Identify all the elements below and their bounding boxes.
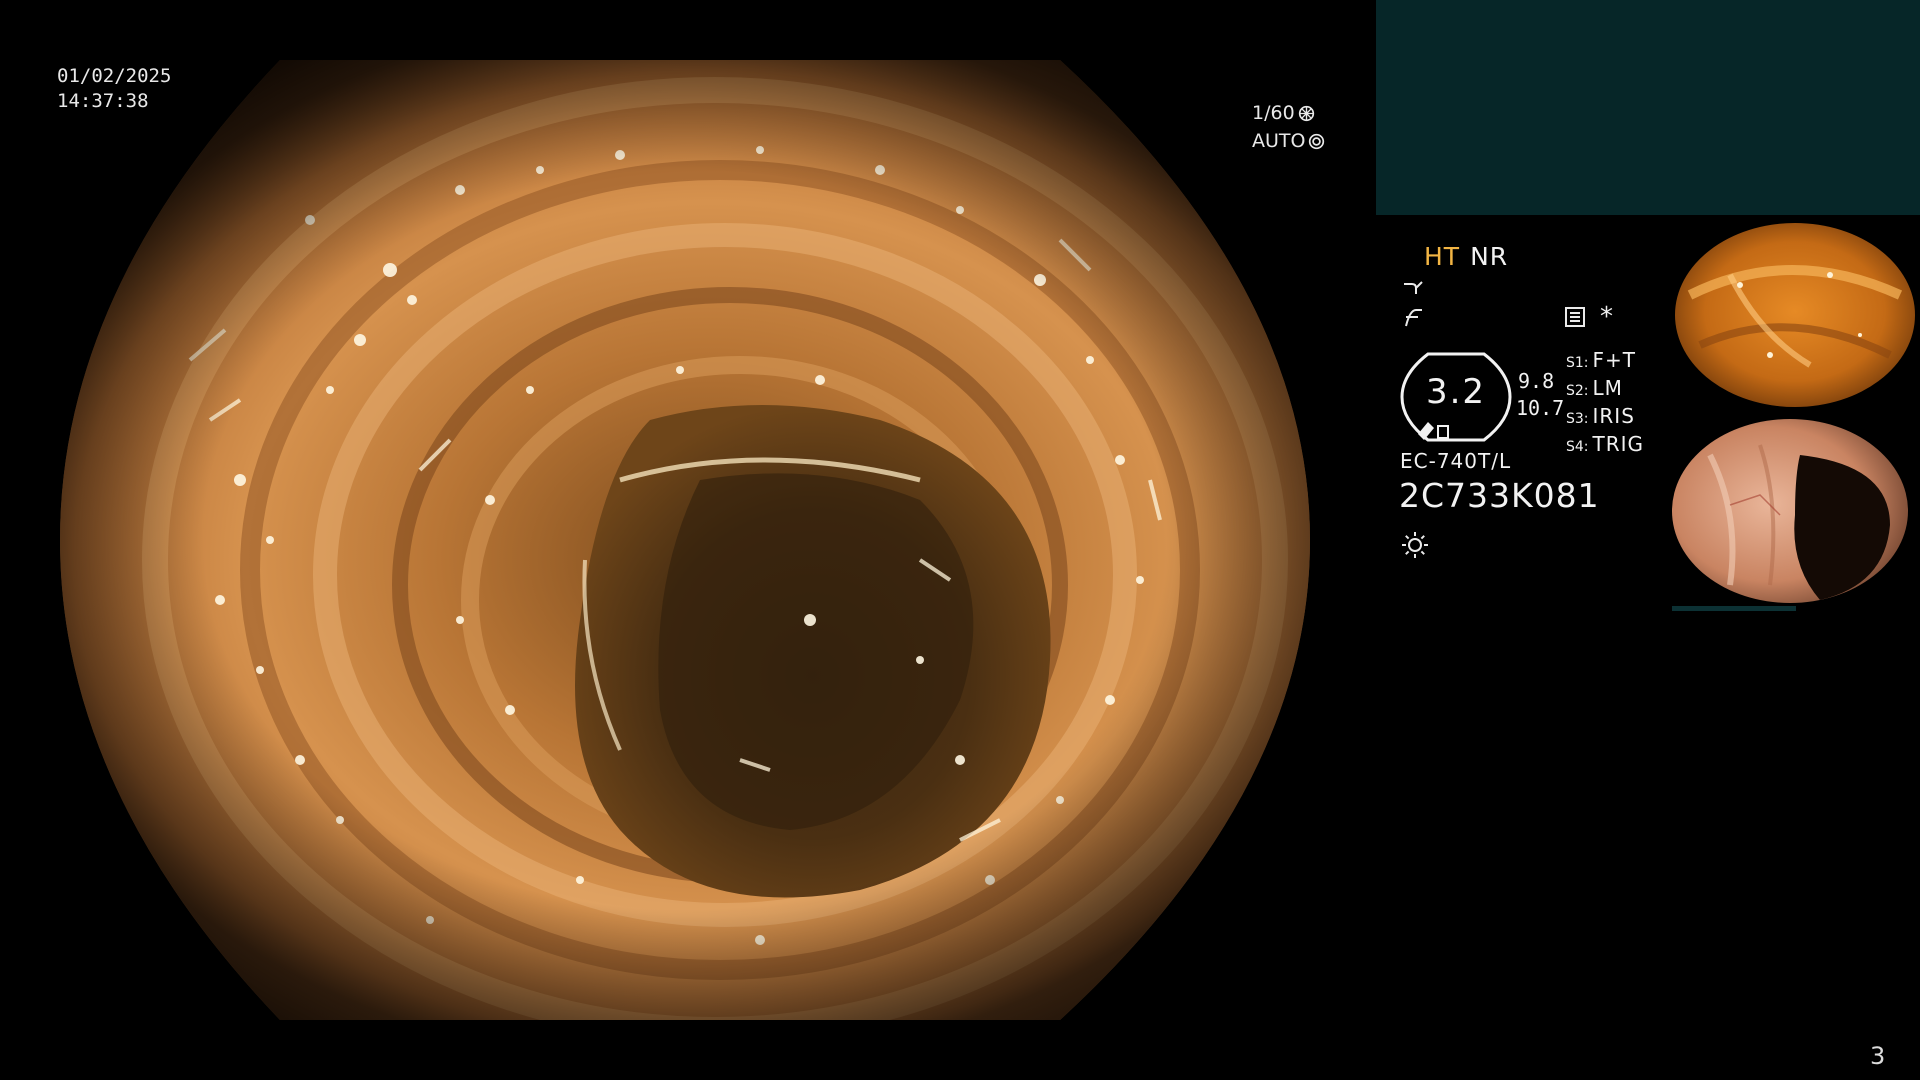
date-text: 01/02/2025 [57,65,172,87]
mode-indicator: HT NR [1424,242,1508,271]
shutter-row: 1/60 [1252,99,1325,127]
thumbnail-indicator-bar [1672,606,1796,611]
sharpness-icon [1404,281,1423,294]
menu-icon [1565,307,1585,327]
endoscopy-screen: 01/02/2025 14:37:38 1/60 AUTO HT NR * 3.… [0,0,1920,1080]
switch-row: S4: TRIG [1566,432,1645,456]
scope-serial: 2C733K081 [1399,476,1600,515]
nr-mode-label: NR [1470,242,1509,271]
exposure-overlay: 1/60 AUTO [1252,99,1325,155]
scope-switch-list: S1: F+T S2: LM S3: IRIS S4: TRIG [1566,348,1644,460]
gear-icon [1298,105,1314,121]
datetime-overlay: 01/02/2025 14:37:38 [57,64,171,114]
iris-row: AUTO [1252,127,1325,155]
switch-row: S2: LM [1566,376,1623,400]
freeze-star-icon: * [1600,302,1613,332]
ht-mode-label: HT [1424,242,1461,271]
thumbnail-image [1672,419,1908,603]
iris-icon [1309,133,1325,149]
switch-row: S1: F+T [1566,348,1636,372]
enhance-value: 3.2 [1425,372,1487,412]
main-endoscopic-view [60,60,1310,1020]
page-number: 3 [1870,1042,1886,1070]
brightness-icon [1402,532,1428,558]
scope-model: EC-740T/L [1400,449,1512,473]
side-value-2: 10.7 [1516,396,1565,420]
capture-thumbnail-1[interactable] [1670,215,1920,408]
contrast-icon [1405,309,1422,327]
capture-thumbnail-2[interactable] [1670,415,1920,613]
switch-row: S3: IRIS [1566,404,1635,428]
thumbnail-image [1675,223,1915,407]
time-text: 14:37:38 [57,90,149,112]
side-value-1: 9.8 [1518,369,1555,393]
shutter-text: 1/60 [1252,102,1295,124]
colon-lumen-image [60,60,1310,1020]
reserved-panel [1376,0,1920,215]
side-values: 9.8 10.7 [1516,368,1564,422]
iris-text: AUTO [1252,130,1306,152]
